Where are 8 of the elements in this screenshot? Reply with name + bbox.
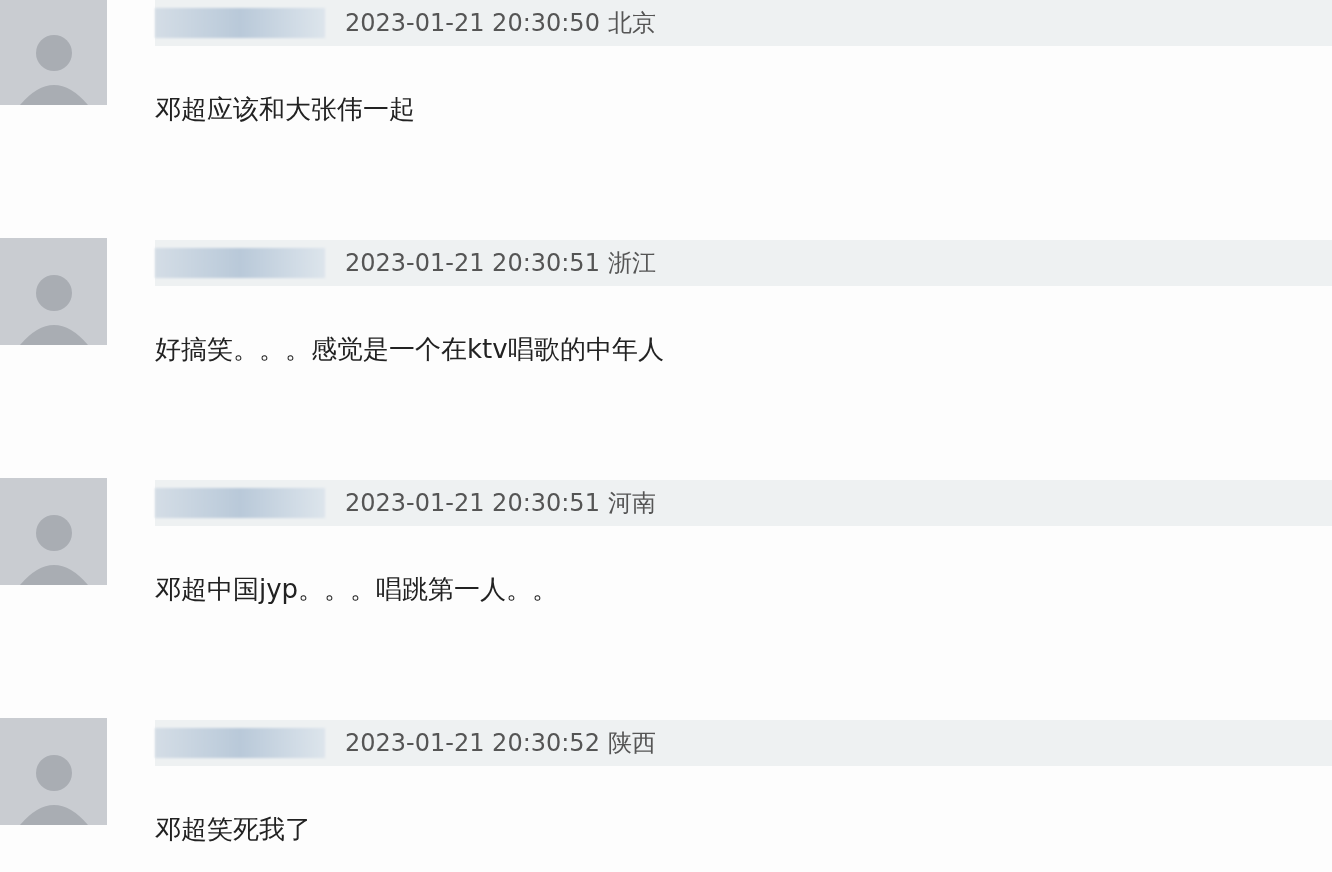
comment-timestamp: 2023-01-21 20:30:50 北京 xyxy=(345,8,656,39)
comment-text: 邓超应该和大张伟一起 xyxy=(155,93,416,126)
comment-timestamp: 2023-01-21 20:30:51 浙江 xyxy=(345,248,656,279)
comment-timestamp: 2023-01-21 20:30:52 陕西 xyxy=(345,728,656,759)
comment-text: 好搞笑。。。感觉是一个在ktv唱歌的中年人 xyxy=(155,333,665,366)
comment-timestamp: 2023-01-21 20:30:51 河南 xyxy=(345,488,656,519)
comment-text: 邓超中国jyp。。。唱跳第一人。。 xyxy=(155,573,560,606)
comment-text: 邓超笑死我了 xyxy=(155,813,312,846)
